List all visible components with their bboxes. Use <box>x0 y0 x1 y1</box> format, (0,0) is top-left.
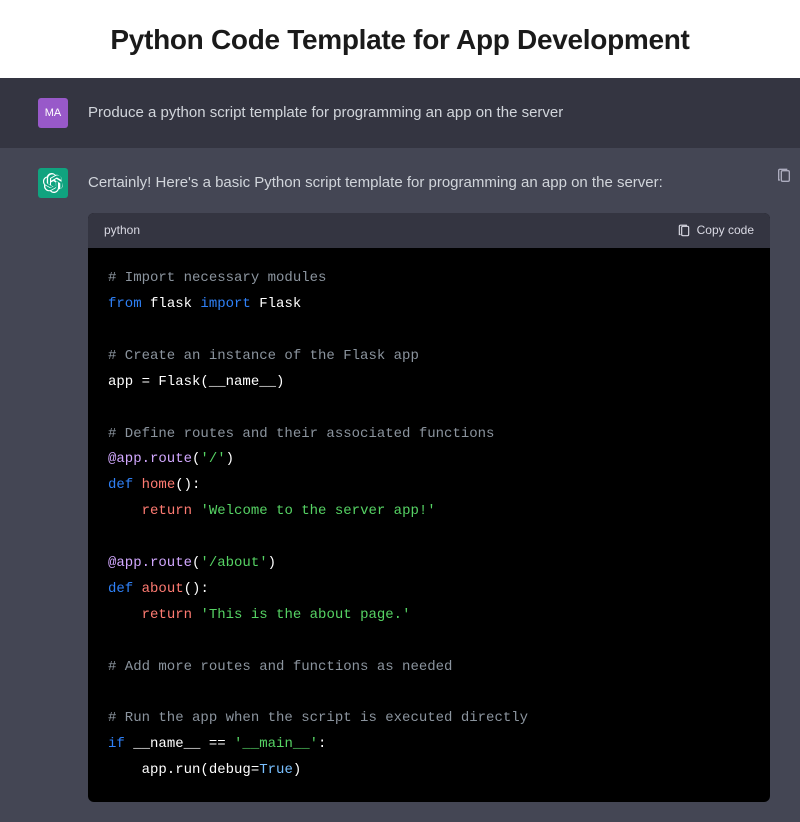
code-block: python Copy code # Import necessary modu… <box>88 213 770 802</box>
code-language-label: python <box>104 221 140 240</box>
title-bar: Python Code Template for App Development <box>0 0 800 78</box>
user-avatar-initials: MA <box>45 107 62 119</box>
copy-code-label: Copy code <box>697 221 754 240</box>
code-body: # Import necessary modules from flask im… <box>88 248 770 802</box>
clipboard-icon[interactable] <box>776 168 792 184</box>
clipboard-icon <box>677 224 691 238</box>
message-actions <box>776 168 792 184</box>
page-title: Python Code Template for App Development <box>20 24 780 56</box>
assistant-message-row: Certainly! Here's a basic Python script … <box>0 148 800 822</box>
user-message-row: MA Produce a python script template for … <box>0 78 800 148</box>
copy-code-button[interactable]: Copy code <box>677 221 754 240</box>
assistant-intro-text: Certainly! Here's a basic Python script … <box>88 171 770 195</box>
code-header: python Copy code <box>88 213 770 248</box>
assistant-message-content: Certainly! Here's a basic Python script … <box>88 168 770 802</box>
openai-logo-icon <box>43 173 63 193</box>
assistant-avatar <box>38 168 68 198</box>
user-avatar: MA <box>38 98 68 128</box>
chat-area: MA Produce a python script template for … <box>0 78 800 822</box>
user-message-text: Produce a python script template for pro… <box>88 98 770 128</box>
